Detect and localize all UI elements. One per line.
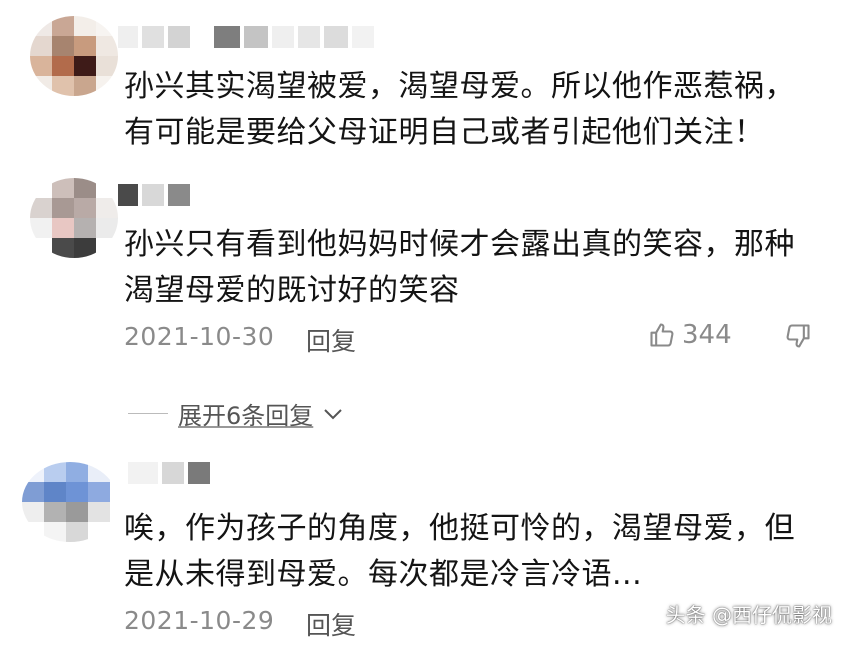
username-mosaic[interactable]: [128, 462, 210, 484]
comment-text-line: 孙兴其实渴望被爱，渴望母爱。所以他作恶惹祸，: [124, 69, 795, 104]
comment-text-line: 唉，作为孩子的角度，他挺可怜的，渴望母爱，但: [124, 511, 795, 546]
comment-text-line: 渴望母爱的既讨好的笑容: [124, 273, 460, 308]
reply-button[interactable]: 回复: [306, 322, 356, 358]
reply-button[interactable]: 回复: [306, 606, 356, 642]
username-mosaic[interactable]: [118, 184, 190, 206]
avatar[interactable]: [22, 462, 118, 542]
comment-date: 2021-10-30: [124, 322, 275, 351]
comment-text: 孙兴只有看到他妈妈时候才会露出真的笑容，那种 渴望母爱的既讨好的笑容: [124, 222, 824, 314]
divider-line: [128, 413, 168, 414]
avatar[interactable]: [30, 178, 118, 258]
chevron-down-icon: [324, 408, 342, 419]
thumbs-up-icon: [650, 323, 674, 347]
comment-text-line: 有可能是要给父母证明自己或者引起他们关注！: [124, 115, 765, 150]
comment-text: 唉，作为孩子的角度，他挺可怜的，渴望母爱，但 是从未得到母爱。每次都是冷言冷语.…: [124, 506, 824, 598]
like-button[interactable]: 344: [648, 320, 732, 350]
comment-text-line: 孙兴只有看到他妈妈时候才会露出真的笑容，那种: [124, 227, 795, 262]
avatar[interactable]: [30, 16, 118, 96]
dislike-button[interactable]: [784, 322, 812, 354]
expand-replies[interactable]: 展开6条回复: [128, 396, 343, 431]
like-count: 344: [682, 320, 732, 350]
username-mosaic[interactable]: [118, 26, 374, 48]
thumbs-down-icon: [786, 324, 810, 348]
comment-date: 2021-10-29: [124, 606, 275, 635]
expand-replies-label[interactable]: 展开6条回复: [178, 396, 313, 431]
comment-text-line: 是从未得到母爱。每次都是冷言冷语...: [124, 557, 643, 592]
comment-text: 孙兴其实渴望被爱，渴望母爱。所以他作恶惹祸， 有可能是要给父母证明自己或者引起他…: [124, 64, 824, 156]
watermark: 头条 @西仔侃影视: [665, 603, 832, 627]
